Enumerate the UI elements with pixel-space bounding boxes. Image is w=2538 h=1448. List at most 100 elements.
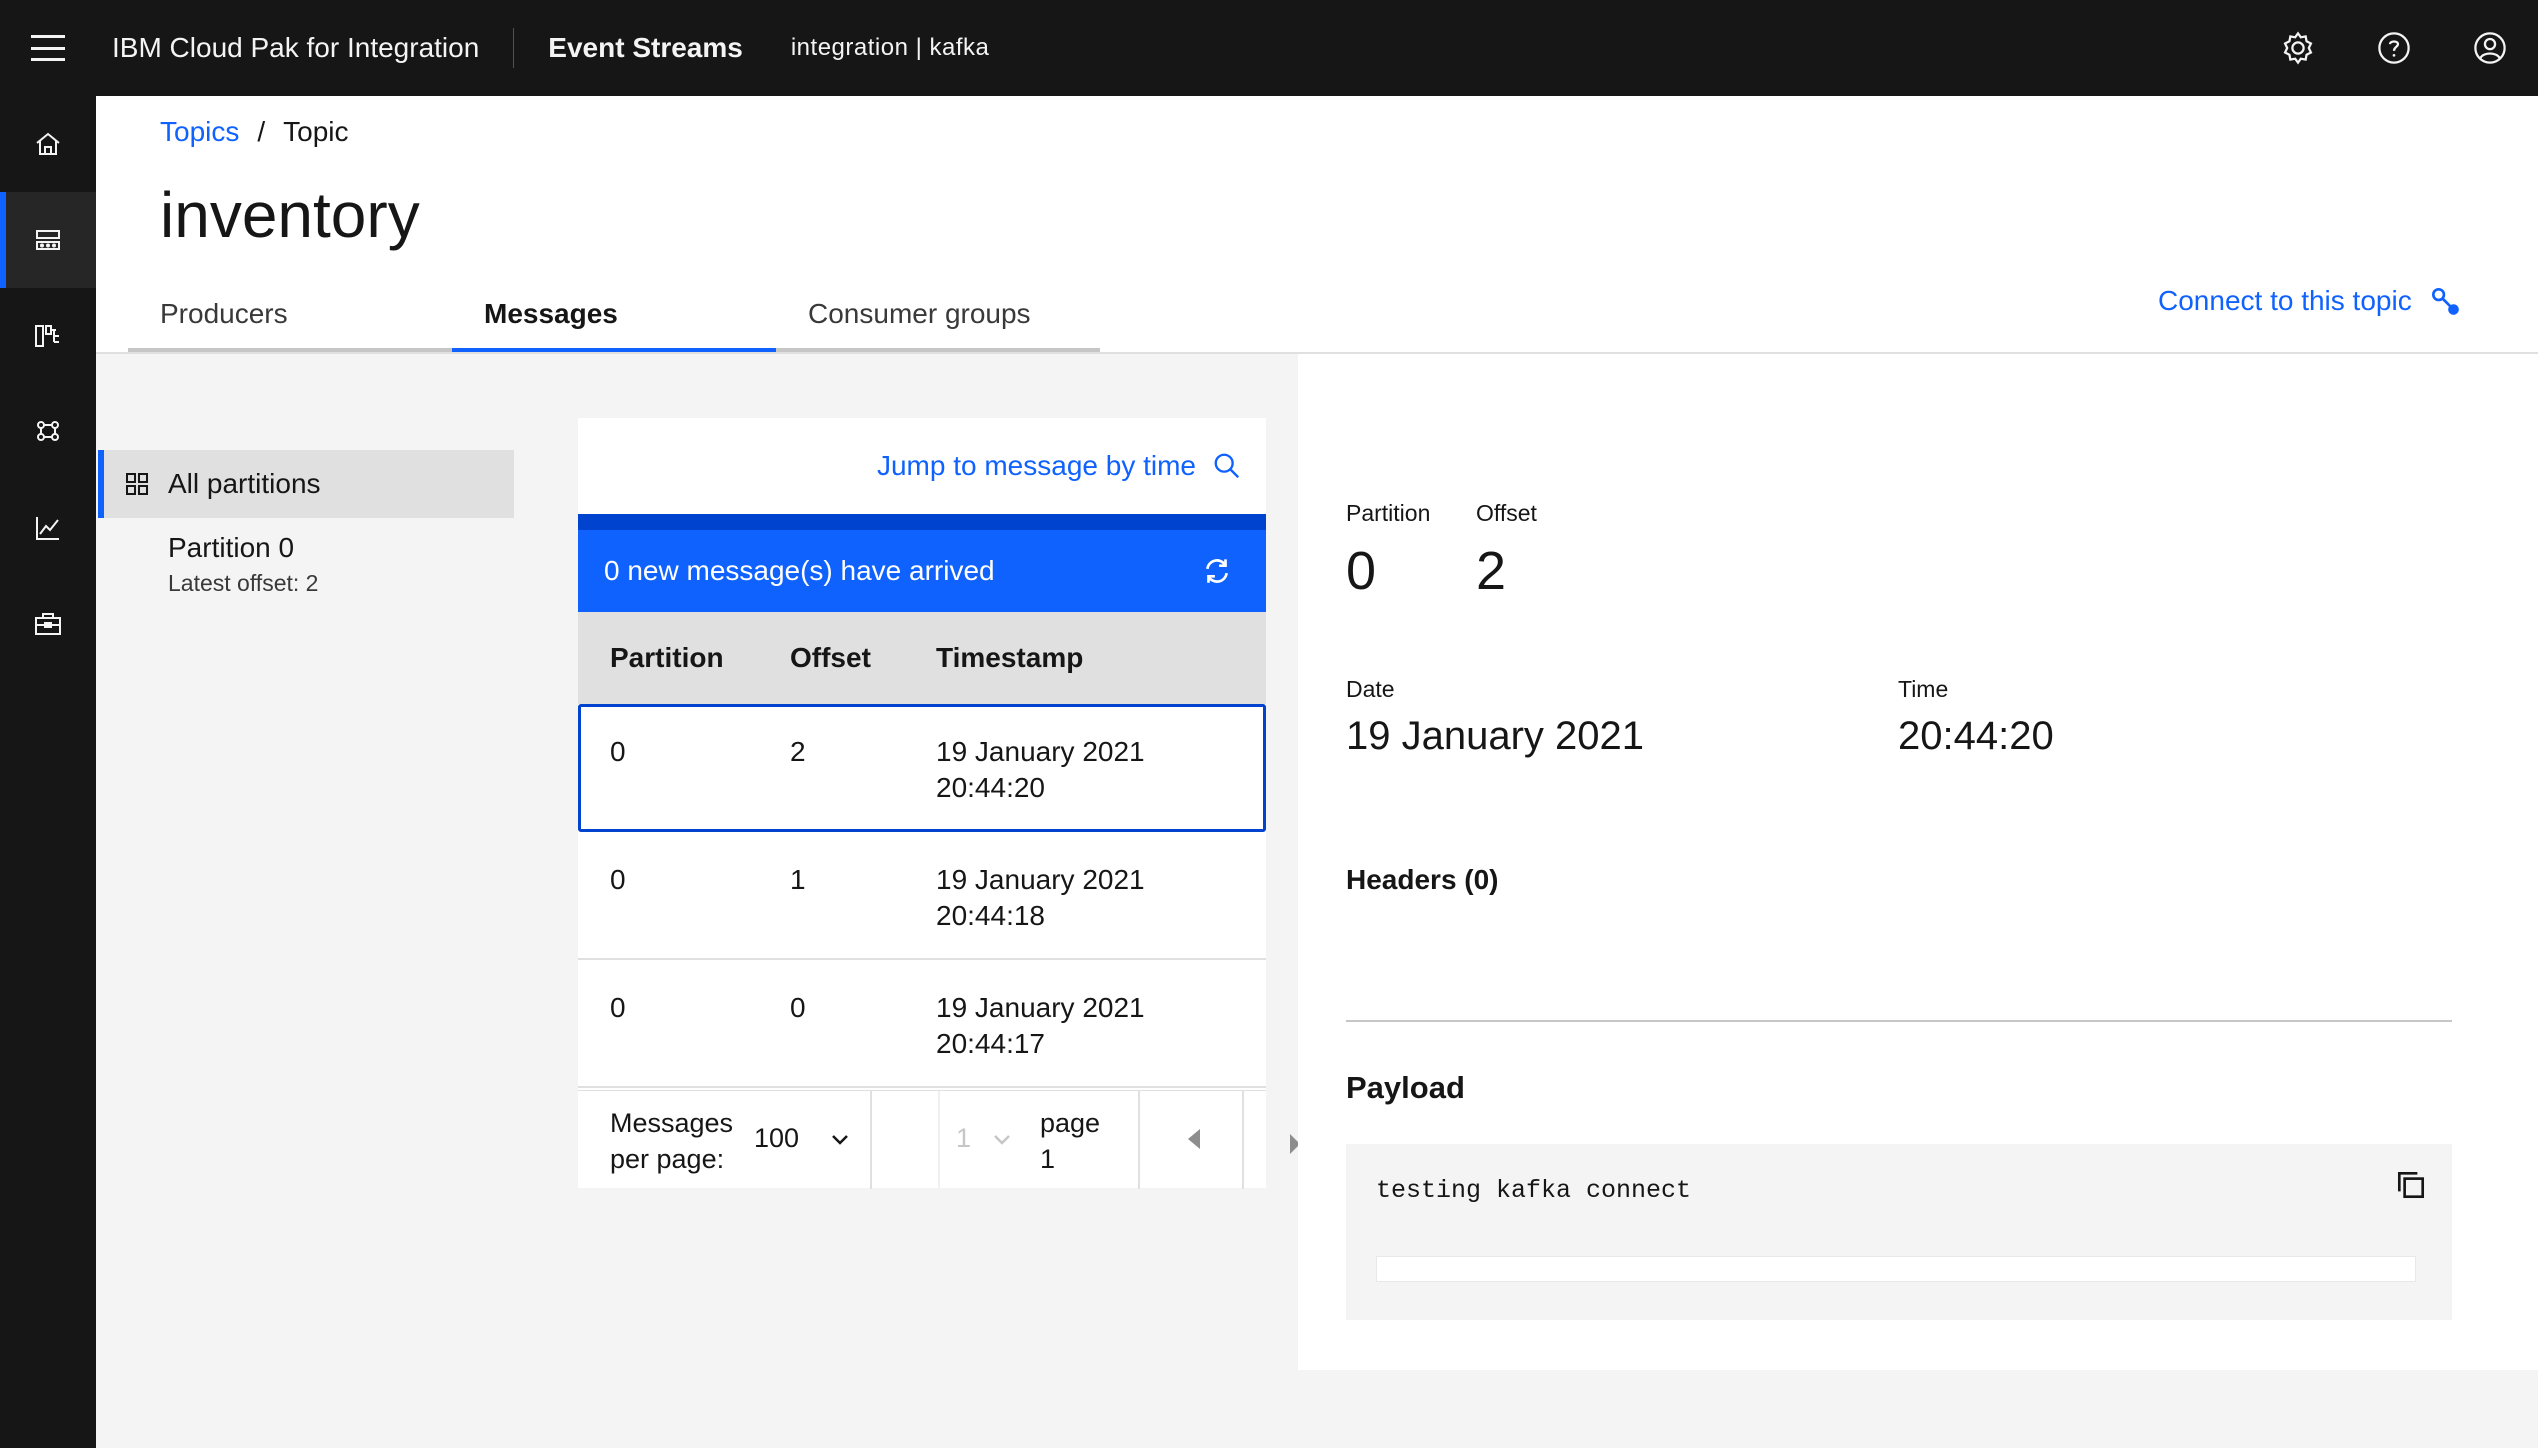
payload-text[interactable]: testing kafka connect <box>1376 1176 1691 1205</box>
settings-icon <box>2283 31 2313 65</box>
rail-monitoring[interactable] <box>0 480 96 576</box>
rail-toolbox[interactable] <box>0 576 96 672</box>
all-partitions-item[interactable]: All partitions <box>98 450 514 518</box>
row-date: 19 January 2021 <box>936 736 1145 767</box>
connect-to-topic-link[interactable]: Connect to this topic <box>2158 284 2462 318</box>
breadcrumb-separator: / <box>257 116 266 147</box>
help-button[interactable] <box>2346 0 2442 96</box>
detail-partition-value: 0 <box>1346 541 1377 601</box>
tab-messages[interactable]: Messages <box>452 280 776 352</box>
detail-offset-label: Offset <box>1476 500 1537 526</box>
rail-home[interactable] <box>0 96 96 192</box>
menu-icon <box>31 35 65 61</box>
connect-link-label: Connect to this topic <box>2158 285 2412 316</box>
user-button[interactable] <box>2442 0 2538 96</box>
page-title: inventory <box>160 179 420 251</box>
page-label: page 1 <box>1040 1105 1100 1177</box>
notice-progress-bar <box>578 514 1266 530</box>
page-label-line1: page <box>1040 1108 1101 1138</box>
app-name[interactable]: IBM Cloud Pak for Integration <box>96 28 515 68</box>
row-offset: 0 <box>790 992 806 1023</box>
table-row[interactable]: 0 0 19 January 2021 20:44:17 <box>578 960 1266 1088</box>
previous-page-icon[interactable] <box>1182 1125 1206 1153</box>
side-rail <box>0 96 96 1448</box>
schema-icon <box>35 325 59 347</box>
chevron-down-icon <box>832 1135 848 1145</box>
row-partition: 0 <box>610 736 626 767</box>
column-timestamp: Timestamp <box>936 642 1084 673</box>
refresh-icon[interactable] <box>1200 554 1234 588</box>
toolbox-icon <box>35 613 61 635</box>
home-icon <box>36 132 60 155</box>
chevron-down-icon <box>994 1135 1010 1145</box>
jump-to-time-link[interactable]: Jump to message by time <box>877 450 1242 482</box>
connect-icon <box>2431 287 2459 315</box>
column-partition: Partition <box>610 642 724 673</box>
new-messages-notice: 0 new message(s) have arrived <box>578 530 1266 612</box>
topics-icon <box>36 230 60 250</box>
breadcrumb: Topics / Topic <box>160 116 349 148</box>
top-header: IBM Cloud Pak for Integration Event Stre… <box>0 0 2538 96</box>
search-icon <box>1214 453 1240 479</box>
per-page-label-line1: Messages <box>610 1108 734 1138</box>
per-page-label-line2: per page: <box>610 1144 725 1174</box>
menu-button[interactable] <box>0 0 96 96</box>
settings-button[interactable] <box>2250 0 2346 96</box>
payload-scrollbar[interactable] <box>1376 1256 2416 1282</box>
items-per-page-select[interactable]: 100 <box>754 1123 799 1154</box>
row-partition: 0 <box>610 992 626 1023</box>
table-row[interactable]: 0 1 19 January 2021 20:44:18 <box>578 832 1266 960</box>
product-name: Event Streams <box>548 32 743 63</box>
detail-date-value: 19 January 2021 <box>1346 714 1645 758</box>
grid-icon <box>126 473 148 495</box>
message-detail-panel: Partition 0 Offset 2 Date 19 January 202… <box>1298 354 2538 1370</box>
consumer-groups-icon <box>37 421 59 441</box>
partition-latest-offset: Latest offset: 2 <box>168 570 319 596</box>
page-select[interactable]: 1 <box>956 1123 971 1154</box>
copy-icon[interactable] <box>2394 1168 2428 1202</box>
row-time: 20:44:20 <box>936 772 1045 803</box>
pager-divider <box>870 1091 872 1189</box>
payload-code-block: testing kafka connect <box>1346 1144 2452 1320</box>
items-per-page-label: Messages per page: <box>610 1105 733 1177</box>
row-date: 19 January 2021 <box>936 992 1145 1023</box>
namespace-label: integration | kafka <box>790 34 990 61</box>
pagination: Messages per page: 100 1 page 1 <box>578 1090 1266 1189</box>
rail-schemas[interactable] <box>0 288 96 384</box>
row-time: 20:44:18 <box>936 900 1045 931</box>
tab-consumer-groups[interactable]: Consumer groups <box>776 280 1100 352</box>
messages-table-card: Jump to message by time 0 new message(s)… <box>578 418 1266 1189</box>
breadcrumb-topics-link[interactable]: Topics <box>160 116 239 148</box>
row-offset: 1 <box>790 864 806 895</box>
pager-divider <box>1138 1091 1140 1189</box>
detail-partition-label: Partition <box>1346 500 1431 526</box>
user-avatar-icon <box>2474 32 2506 64</box>
detail-time-value: 20:44:20 <box>1898 714 2054 758</box>
row-date: 19 January 2021 <box>936 864 1145 895</box>
jump-label: Jump to message by time <box>876 450 1196 481</box>
row-offset: 2 <box>790 736 806 767</box>
topic-tabs: Producers Messages Consumer groups <box>128 280 1100 352</box>
rail-topics[interactable] <box>0 192 96 288</box>
tab-producers[interactable]: Producers <box>128 280 452 352</box>
detail-date-label: Date <box>1346 676 1395 702</box>
notice-text: 0 new message(s) have arrived <box>604 555 995 586</box>
partition-name: Partition 0 <box>168 532 295 563</box>
column-offset: Offset <box>790 642 871 673</box>
detail-divider <box>1346 1020 2452 1022</box>
detail-offset-value: 2 <box>1476 541 1507 601</box>
table-row[interactable]: 0 2 19 January 2021 20:44:20 <box>578 704 1266 832</box>
row-timestamp: 19 January 2021 20:44:18 <box>936 862 1145 934</box>
headers-heading[interactable]: Headers (0) <box>1346 864 1499 896</box>
rail-consumer-groups[interactable] <box>0 384 96 480</box>
partition-item[interactable]: Partition 0 Latest offset: 2 <box>168 532 318 597</box>
breadcrumb-current: Topic <box>283 116 349 147</box>
pager-divider <box>938 1091 940 1189</box>
row-timestamp: 19 January 2021 20:44:20 <box>936 734 1145 806</box>
row-timestamp: 19 January 2021 20:44:17 <box>936 990 1145 1062</box>
payload-heading: Payload <box>1346 1070 1465 1105</box>
row-time: 20:44:17 <box>936 1028 1045 1059</box>
all-partitions-label: All partitions <box>168 468 321 499</box>
page-label-line2: 1 <box>1040 1144 1056 1174</box>
table-header: Partition Offset Timestamp <box>578 612 1266 704</box>
